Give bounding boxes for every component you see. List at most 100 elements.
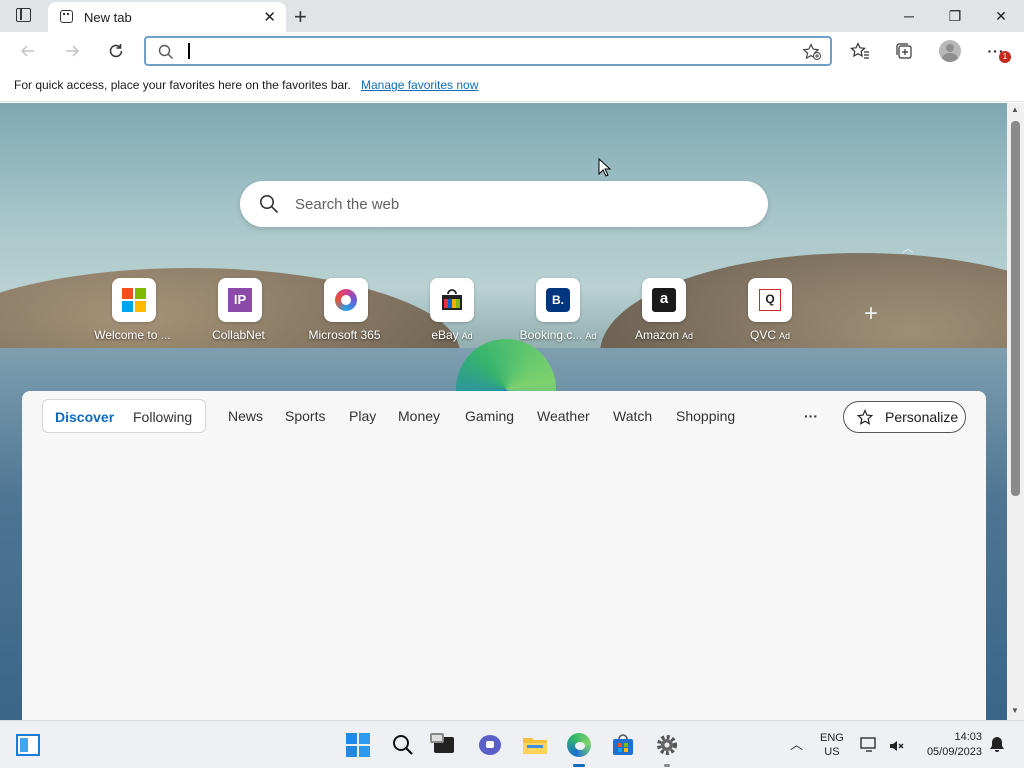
text-caret — [188, 43, 190, 59]
start-button[interactable] — [342, 729, 374, 761]
feed-mode-switch: Discover Following — [42, 399, 206, 433]
scrollbar-thumb[interactable] — [1011, 121, 1020, 496]
chat-icon — [479, 735, 501, 755]
tab-shopping[interactable]: Shopping — [676, 408, 735, 424]
volume-muted-icon[interactable] — [888, 738, 904, 754]
collapse-chevron-icon[interactable]: ︿ — [902, 239, 914, 256]
refresh-button[interactable] — [98, 32, 134, 70]
quick-link-ebay[interactable]: eBay Ad — [402, 278, 502, 342]
show-hidden-icons-chevron-icon[interactable]: ︿ — [790, 734, 803, 753]
gear-icon — [657, 735, 677, 755]
booking-logo-icon: B. — [546, 288, 570, 312]
tab-sports[interactable]: Sports — [285, 408, 325, 424]
edge-taskbar-button[interactable] — [563, 729, 595, 767]
tab-new-tab[interactable]: New tab ✕ — [48, 2, 286, 32]
qvc-logo-icon: Q — [759, 289, 781, 311]
widgets-icon — [16, 734, 40, 756]
store-button[interactable] — [607, 729, 639, 761]
clock[interactable]: 14:03 05/09/2023 — [916, 730, 982, 760]
task-view-button[interactable] — [428, 729, 460, 761]
personalize-button[interactable]: Personalize — [843, 401, 966, 433]
new-tab-icon — [60, 10, 73, 23]
language-indicator[interactable]: ENG US — [820, 731, 844, 759]
tab-play[interactable]: Play — [349, 408, 376, 424]
tab-title: New tab — [84, 10, 132, 25]
tab-weather[interactable]: Weather — [537, 408, 590, 424]
quick-link-label: Welcome to ... — [94, 328, 171, 342]
close-window-button[interactable]: ✕ — [978, 0, 1024, 32]
edge-icon — [567, 733, 591, 757]
tab-close-icon[interactable]: ✕ — [263, 8, 276, 26]
address-bar[interactable] — [144, 36, 832, 66]
region-code: US — [824, 746, 840, 758]
ebay-bag-icon — [442, 289, 462, 310]
back-button[interactable] — [10, 32, 46, 70]
quick-link-label: Amazon — [634, 328, 679, 342]
scroll-up-arrow-icon[interactable]: ▲ — [1011, 105, 1019, 114]
quick-link-microsoft-365[interactable]: Microsoft 365 — [296, 278, 396, 342]
tab-gaming[interactable]: Gaming — [465, 408, 514, 424]
scroll-down-arrow-icon[interactable]: ▼ — [1011, 706, 1019, 715]
search-icon — [393, 735, 413, 755]
quick-link-label: eBay — [431, 328, 459, 342]
running-app-indicator — [664, 764, 670, 767]
microsoft-logo-icon — [122, 288, 146, 312]
widgets-button[interactable] — [12, 729, 44, 761]
restore-button[interactable]: ❐ — [932, 0, 978, 32]
new-tab-page: Search the web ︿ Welcome to ... IP Colla… — [0, 103, 1007, 720]
notifications-bell-icon[interactable] — [988, 735, 1006, 753]
quick-link-label: Booking.c... — [519, 328, 583, 342]
teams-chat-button[interactable] — [474, 729, 506, 761]
favorites-bar-message: For quick access, place your favorites h… — [14, 78, 351, 92]
page-scrollbar[interactable]: ▲ ▼ — [1007, 103, 1024, 720]
collections-button[interactable] — [886, 32, 922, 70]
manage-favorites-link[interactable]: Manage favorites now — [361, 78, 478, 92]
title-bar: New tab ✕ + ─ ❐ ✕ — [0, 0, 1024, 32]
quick-link-label: QVC — [749, 328, 776, 342]
tab-following[interactable]: Following — [133, 409, 192, 425]
tab-money[interactable]: Money — [398, 408, 440, 424]
search-icon — [260, 195, 279, 214]
add-quick-link-button[interactable]: + — [864, 300, 878, 328]
forward-arrow-icon — [66, 45, 80, 57]
favorites-icon — [850, 42, 869, 59]
refresh-icon — [109, 44, 123, 58]
taskbar-search-button[interactable] — [387, 729, 419, 761]
tab-watch[interactable]: Watch — [613, 408, 652, 424]
news-feed-panel: Discover Following News Sports Play Mone… — [22, 391, 986, 720]
task-view-icon — [430, 733, 454, 753]
clock-date: 05/09/2023 — [926, 746, 982, 758]
forward-button[interactable] — [54, 32, 90, 70]
amazon-logo-icon: a — [652, 288, 676, 312]
active-app-indicator — [573, 764, 585, 767]
settings-more-button[interactable]: ··· 1 — [978, 32, 1014, 70]
language-code: ENG — [820, 732, 844, 744]
file-explorer-button[interactable] — [519, 729, 551, 761]
tab-discover[interactable]: Discover — [55, 409, 114, 425]
collections-icon — [896, 43, 912, 59]
taskbar: ︿ ENG US 14:03 05/09/2023 — [0, 720, 1024, 768]
minimize-button[interactable]: ─ — [886, 0, 932, 32]
notification-badge: 1 — [999, 51, 1011, 63]
back-arrow-icon — [20, 45, 34, 57]
add-favorite-icon[interactable] — [802, 43, 822, 61]
network-icon[interactable] — [860, 736, 878, 754]
tab-news[interactable]: News — [228, 408, 263, 424]
feed-more-button[interactable]: ··· — [804, 408, 818, 424]
quick-link-qvc[interactable]: Q QVC Ad — [720, 278, 820, 342]
browser-toolbar: ··· 1 — [0, 32, 1024, 70]
profile-button[interactable] — [932, 32, 968, 70]
settings-taskbar-button[interactable] — [651, 729, 683, 767]
avatar — [939, 40, 961, 62]
favorites-button[interactable] — [842, 32, 878, 70]
quick-link-welcome[interactable]: Welcome to ... — [84, 278, 184, 342]
tab-actions-icon[interactable] — [16, 8, 31, 22]
web-search-box[interactable]: Search the web — [240, 181, 768, 227]
new-tab-button[interactable]: + — [294, 4, 307, 30]
mouse-cursor-icon — [598, 158, 612, 177]
search-icon — [158, 44, 173, 59]
quick-link-booking[interactable]: B. Booking.c... Ad — [508, 278, 608, 342]
microsoft-365-logo-icon — [335, 289, 357, 311]
quick-link-collabnet[interactable]: IP CollabNet — [190, 278, 290, 342]
quick-link-amazon[interactable]: a Amazon Ad — [614, 278, 714, 342]
